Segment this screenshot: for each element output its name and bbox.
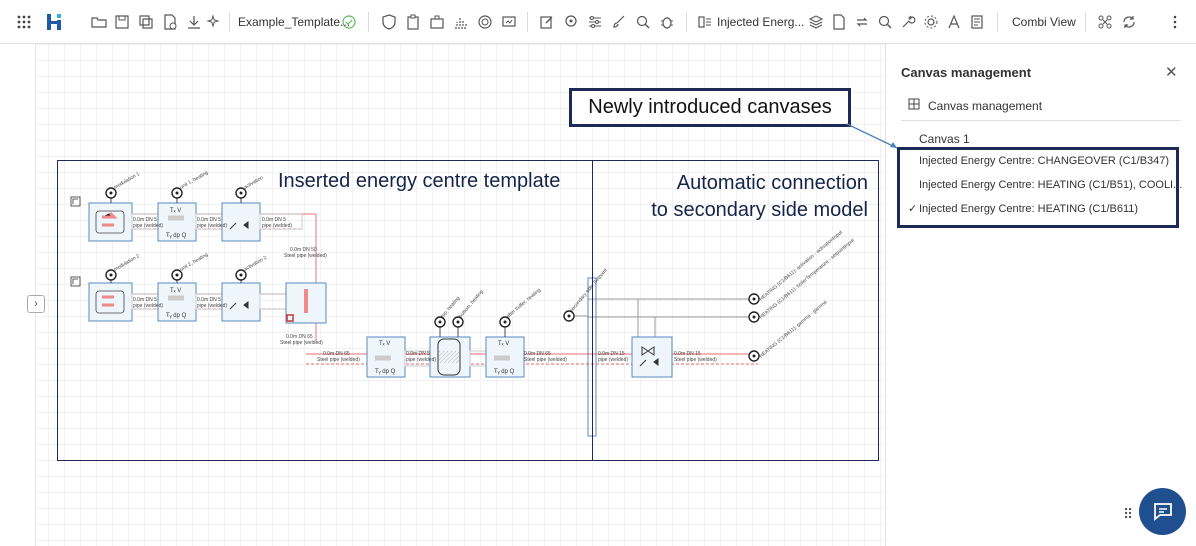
toolbar: Example_Template... Injected Energ... Co…: [0, 0, 1196, 44]
layers-icon[interactable]: [808, 14, 824, 30]
toolbar-separator: [1085, 12, 1086, 32]
zoom-icon[interactable]: [635, 14, 651, 30]
callout-arrow: [846, 123, 898, 149]
location-icon[interactable]: [563, 14, 579, 30]
apps-grid-icon[interactable]: [16, 14, 32, 30]
section-label: Canvas management: [928, 98, 1043, 113]
bug-icon[interactable]: [659, 14, 675, 30]
canvas-item[interactable]: Canvas 1: [919, 132, 970, 146]
close-icon[interactable]: ✕: [1165, 63, 1178, 81]
edit-icon[interactable]: [539, 14, 555, 30]
folder-open-icon[interactable]: [91, 14, 107, 30]
briefcase-icon[interactable]: [429, 14, 445, 30]
toolbar-separator: [527, 12, 528, 32]
monitor-icon[interactable]: [501, 14, 517, 30]
new-file-icon[interactable]: [162, 14, 178, 30]
copy-icon[interactable]: [138, 14, 154, 30]
connection-label: Automatic connection to secondary side m…: [600, 170, 868, 224]
more-options-icon[interactable]: [1167, 14, 1183, 30]
connection-label-line1: Automatic connection: [676, 172, 868, 194]
canvas-management-section[interactable]: Canvas management: [908, 98, 1042, 113]
toolbar-separator: [229, 12, 230, 32]
app-logo-icon[interactable]: [45, 12, 65, 32]
clipboard-icon[interactable]: [405, 14, 421, 30]
toolbar-separator: [997, 12, 998, 32]
toolbar-separator: [686, 12, 687, 32]
saved-check-icon: [341, 14, 357, 30]
brush-icon[interactable]: [611, 14, 627, 30]
drag-handle-icon[interactable]: ⠿: [1123, 506, 1133, 523]
canvas-select-icon[interactable]: [697, 14, 713, 30]
save-icon[interactable]: [114, 14, 130, 30]
wrench-icon[interactable]: [900, 14, 916, 30]
compass-icon[interactable]: [946, 14, 962, 30]
sliders-icon[interactable]: [587, 14, 603, 30]
connection-label-line2: to secondary side model: [651, 199, 868, 221]
canvas-management-panel: Canvas management ✕ Canvas management Ca…: [885, 44, 1196, 546]
download-icon[interactable]: [186, 14, 202, 30]
target-icon[interactable]: [477, 14, 493, 30]
network-icon[interactable]: [1097, 14, 1113, 30]
expand-sidebar-button[interactable]: ›: [27, 295, 45, 313]
refresh-icon[interactable]: [854, 14, 870, 30]
search-icon[interactable]: [877, 14, 893, 30]
file-name[interactable]: Example_Template...: [238, 15, 350, 29]
callout-label: Newly introduced canvases: [569, 88, 851, 127]
gear-icon[interactable]: [923, 14, 939, 30]
chevron-right-icon: ›: [34, 298, 38, 310]
sync-icon[interactable]: [1121, 14, 1137, 30]
view-mode-button[interactable]: Combi View: [1012, 15, 1076, 29]
document-icon[interactable]: [831, 14, 847, 30]
frame-divider: [592, 160, 593, 461]
chart-icon[interactable]: [453, 14, 469, 30]
toolbar-separator: [368, 12, 369, 32]
grid-icon: [908, 98, 920, 113]
new-canvases-highlight: [897, 147, 1179, 228]
shield-icon[interactable]: [381, 14, 397, 30]
report-icon[interactable]: [969, 14, 985, 30]
panel-title: Canvas management: [901, 65, 1032, 80]
selected-canvas-label[interactable]: Injected Energ...: [717, 15, 804, 29]
sparkle-icon[interactable]: [206, 14, 222, 30]
template-label: Inserted energy centre template: [278, 170, 561, 192]
panel-divider: [901, 120, 1181, 121]
chat-icon: [1153, 502, 1172, 521]
chat-button[interactable]: [1139, 488, 1186, 535]
